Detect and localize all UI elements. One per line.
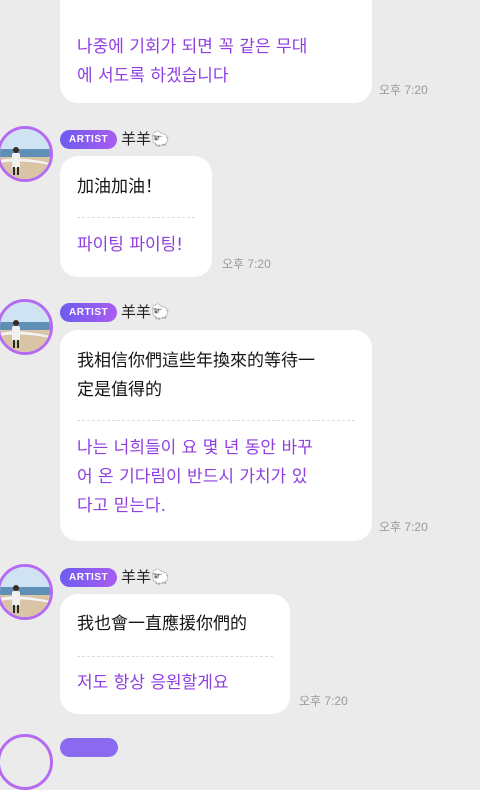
artist-badge: ARTIST	[60, 130, 118, 149]
artist-badge: ARTIST	[60, 303, 118, 322]
sender-name[interactable]: 羊羊🐑	[121, 129, 170, 149]
artist-badge: ARTIST	[60, 568, 118, 587]
avatar-photo	[0, 567, 50, 617]
next-avatar-edge	[0, 734, 53, 790]
artist-avatar[interactable]	[0, 299, 53, 355]
translated-text: 파이팅 파이팅!	[77, 235, 184, 255]
artist-avatar[interactable]	[0, 126, 53, 182]
original-text: 我也會一直應援你們的	[77, 614, 247, 634]
message-time: 오후 7:20	[379, 520, 428, 534]
original-text: 我相信你們這些年換來的等待一 定是值得的	[77, 351, 315, 400]
message-bubble[interactable]: 我也會一直應援你們的 저도 항상 응원할게요	[60, 594, 290, 714]
translated-text: 저도 항상 응원할게요	[77, 673, 229, 693]
avatar-photo	[0, 129, 50, 179]
translated-text: 나는 너희들이 요 몇 년 동안 바꾸 어 온 기다림이 반드시 가치가 있 다…	[77, 438, 313, 516]
message-bubble[interactable]: 我相信你們這些年換來的等待一 定是值得的 나는 너희들이 요 몇 년 동안 바꾸…	[60, 330, 372, 541]
sender-name[interactable]: 羊羊🐑	[121, 567, 170, 587]
translated-text: 나중에 기회가 되면 꼭 같은 무대 에 서도록 하겠습니다	[77, 37, 308, 86]
message-time: 오후 7:20	[299, 694, 348, 708]
original-text: 加油加油！	[77, 177, 162, 197]
message-time: 오후 7:20	[379, 83, 428, 97]
message-time: 오후 7:20	[222, 257, 271, 271]
sender-name[interactable]: 羊羊🐑	[121, 302, 170, 322]
message-bubble[interactable]: 나중에 기회가 되면 꼭 같은 무대 에 서도록 하겠습니다	[60, 0, 372, 103]
artist-avatar[interactable]	[0, 564, 53, 620]
avatar-photo	[0, 302, 50, 352]
message-bubble[interactable]: 加油加油！ 파이팅 파이팅!	[60, 156, 212, 277]
